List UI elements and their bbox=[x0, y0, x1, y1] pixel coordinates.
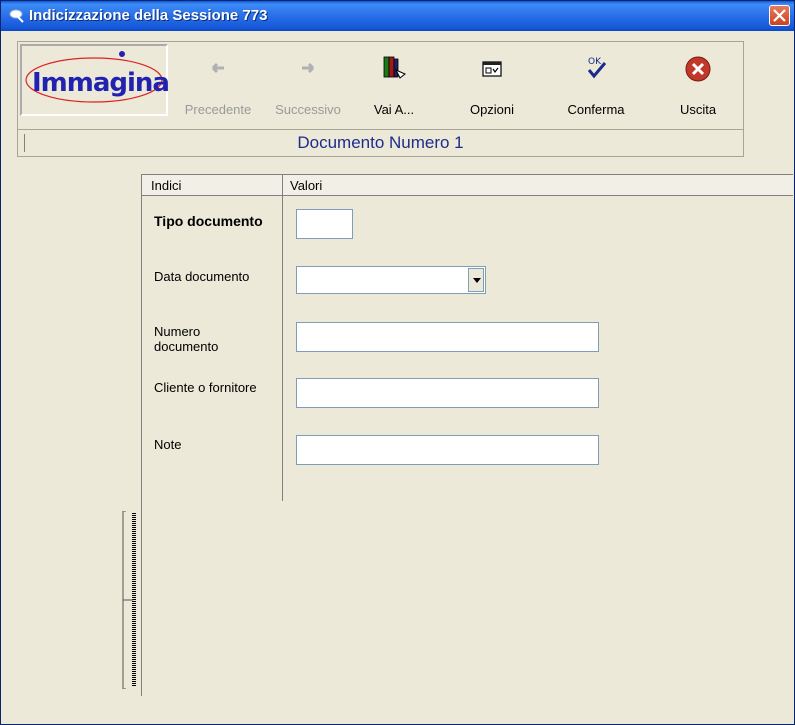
column-divider[interactable] bbox=[282, 175, 283, 501]
data-documento-dropdown-button[interactable] bbox=[468, 268, 484, 292]
svg-text:OK: OK bbox=[588, 57, 602, 67]
column-header-indici[interactable]: Indici bbox=[151, 178, 181, 193]
options-button[interactable]: Opzioni bbox=[454, 48, 530, 118]
confirm-label: Conferma bbox=[567, 102, 625, 117]
chevron-down-icon bbox=[473, 278, 481, 283]
index-grid: Indici Valori Tipo documento Data docume… bbox=[141, 174, 793, 696]
goto-book-icon bbox=[383, 56, 406, 79]
splitter-handle[interactable] bbox=[121, 511, 137, 689]
exit-icon bbox=[685, 56, 711, 82]
options-window-icon bbox=[482, 61, 502, 77]
label-note: Note bbox=[154, 437, 182, 452]
document-header: Documento Numero 1 bbox=[17, 129, 744, 157]
goto-button[interactable]: Vai A... bbox=[356, 48, 432, 118]
close-icon bbox=[773, 9, 786, 22]
previous-label: Precedente bbox=[184, 102, 252, 117]
column-header-valori[interactable]: Valori bbox=[290, 178, 322, 193]
document-title: Documento Numero 1 bbox=[297, 133, 464, 152]
label-tipo-documento: Tipo documento bbox=[154, 213, 263, 229]
exit-button[interactable]: Uscita bbox=[660, 48, 736, 118]
label-cliente-fornitore: Cliente o fornitore bbox=[154, 380, 257, 395]
confirm-button[interactable]: OK Conferma bbox=[558, 48, 634, 118]
previous-button[interactable]: Precedente bbox=[180, 48, 256, 118]
grid-header: Indici Valori bbox=[142, 175, 793, 196]
numero-documento-input[interactable] bbox=[296, 322, 599, 352]
logo-text: Immagina bbox=[32, 68, 170, 98]
ok-check-icon: OK bbox=[587, 57, 607, 79]
next-button[interactable]: Successivo bbox=[270, 48, 346, 118]
toolbar: Immagina Precedente Successivo Vai A... bbox=[17, 41, 744, 129]
next-label: Successivo bbox=[275, 102, 341, 117]
tipo-documento-input[interactable] bbox=[296, 209, 353, 239]
label-numero-documento: Numero documento bbox=[154, 324, 219, 354]
note-input[interactable] bbox=[296, 435, 599, 465]
close-button[interactable] bbox=[769, 5, 790, 26]
exit-label: Uscita bbox=[679, 102, 717, 117]
arrow-right-icon bbox=[302, 62, 315, 74]
app-icon bbox=[9, 9, 24, 23]
arrow-left-icon bbox=[211, 62, 224, 74]
indexing-window: Indicizzazione della Sessione 773 Immagi… bbox=[0, 0, 795, 725]
immagina-logo: Immagina bbox=[20, 44, 170, 116]
options-label: Opzioni bbox=[469, 102, 515, 117]
cliente-fornitore-input[interactable] bbox=[296, 378, 599, 408]
window-title: Indicizzazione della Sessione 773 bbox=[29, 7, 268, 24]
docbar-divider bbox=[24, 134, 25, 152]
label-data-documento: Data documento bbox=[154, 269, 250, 284]
title-bar[interactable]: Indicizzazione della Sessione 773 bbox=[1, 1, 794, 31]
goto-label: Vai A... bbox=[373, 102, 415, 117]
data-documento-combo[interactable] bbox=[296, 266, 486, 294]
